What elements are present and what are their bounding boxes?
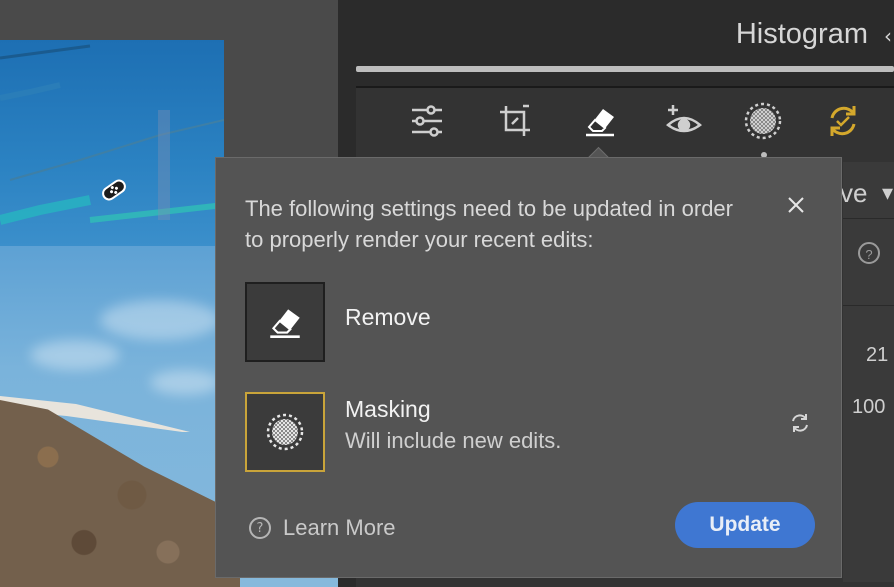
behind-header-text: ve	[840, 178, 868, 208]
stone-wall	[0, 400, 240, 587]
learn-more-link[interactable]: ? Learn More	[249, 513, 396, 543]
red-eye-icon[interactable]	[664, 101, 704, 141]
presets-sync-icon[interactable]	[823, 101, 863, 141]
histogram-bar	[356, 66, 894, 72]
learn-more-label: Learn More	[283, 515, 396, 540]
crop-icon[interactable]	[495, 101, 535, 141]
divider	[843, 218, 894, 219]
cloud	[100, 300, 220, 340]
close-icon[interactable]	[782, 191, 810, 219]
cloud	[30, 340, 120, 370]
divider	[843, 305, 894, 306]
remove-eraser-icon[interactable]	[580, 101, 620, 141]
behind-value-2: 100	[852, 396, 886, 418]
setting-thumb-masking	[245, 392, 325, 472]
masking-icon[interactable]	[743, 101, 783, 141]
update-button[interactable]: Update	[675, 502, 815, 548]
setting-name: Remove	[345, 304, 431, 330]
popup-message: The following settings need to be update…	[245, 196, 733, 252]
mask-dots-icon	[266, 413, 304, 451]
cloud	[150, 370, 220, 395]
behind-panel	[843, 162, 894, 582]
refresh-icon[interactable]	[787, 410, 813, 436]
chevron-down-icon[interactable]: ▾	[882, 180, 893, 206]
chevron-left-icon[interactable]: ‹	[884, 26, 894, 46]
prayer-flags	[0, 44, 224, 225]
canvas-gap	[224, 40, 338, 158]
lightroom-window: Histogram ‹ ve ▾ ? 21 100 The following …	[0, 0, 894, 587]
help-icon: ?	[249, 517, 271, 539]
setting-thumb-remove	[245, 282, 325, 362]
setting-name: Masking	[345, 396, 431, 422]
setting-subtitle: Will include new edits.	[345, 428, 562, 453]
edit-sliders-icon[interactable]	[407, 101, 447, 141]
eraser-icon	[270, 309, 300, 339]
histogram-title[interactable]: Histogram	[736, 18, 868, 51]
setting-row-remove: Remove	[245, 282, 805, 362]
behind-value-1: 21	[866, 344, 889, 366]
help-icon[interactable]: ?	[858, 242, 880, 264]
update-settings-popup: The following settings need to be update…	[215, 157, 842, 578]
setting-row-masking: Masking Will include new edits.	[245, 392, 808, 472]
